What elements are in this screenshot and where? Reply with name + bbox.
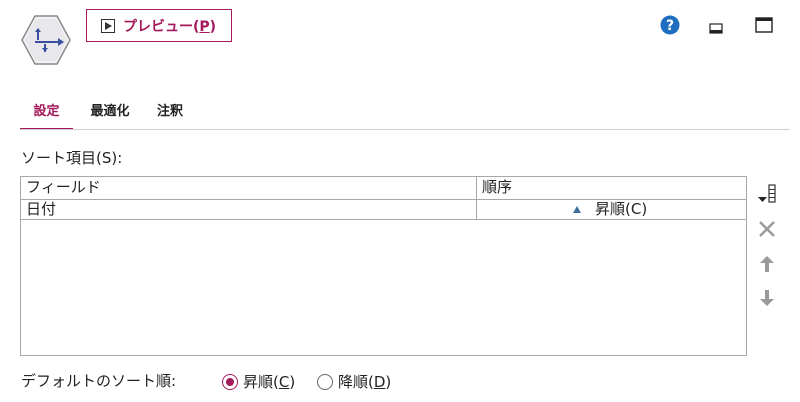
radio-ascending-circle[interactable] — [222, 373, 238, 390]
maximize-icon[interactable] — [755, 17, 773, 33]
radio-descending[interactable]: 降順(D) — [317, 371, 391, 392]
column-header-order[interactable]: 順序 — [477, 177, 746, 199]
field-cell[interactable]: 日付 — [21, 200, 477, 219]
radio-descending-circle[interactable] — [317, 373, 333, 390]
order-value: 昇順(C) — [595, 200, 648, 218]
radio-ascending[interactable]: 昇順(C) — [222, 371, 295, 392]
order-cell[interactable]: 昇順(C) — [477, 200, 746, 219]
sort-node-icon — [21, 15, 71, 65]
help-icon[interactable]: ? — [660, 15, 680, 35]
move-down-icon[interactable] — [757, 288, 777, 308]
tab-settings[interactable]: 設定 — [20, 92, 73, 130]
svg-text:?: ? — [666, 18, 674, 34]
table-row[interactable]: 日付 昇順(C) — [21, 200, 746, 220]
preview-label: プレビュー(P) — [123, 18, 217, 35]
tab-divider — [20, 129, 790, 130]
move-up-icon[interactable] — [757, 254, 777, 274]
sort-fields-label: ソート項目(S): — [21, 149, 123, 167]
radio-ascending-label: 昇順(C) — [243, 373, 296, 391]
preview-button[interactable]: プレビュー(P) — [86, 9, 232, 42]
sort-fields-table[interactable]: フィールド 順序 日付 昇順(C) — [20, 176, 747, 356]
radio-descending-label: 降順(D) — [338, 373, 392, 391]
tab-annotations[interactable]: 注釈 — [148, 92, 192, 130]
tab-optimization[interactable]: 最適化 — [80, 92, 140, 130]
ascending-triangle-icon — [573, 206, 581, 213]
default-sort-label: デフォルトのソート順: — [21, 372, 177, 390]
tab-settings-label: 設定 — [33, 104, 60, 119]
column-header-field[interactable]: フィールド — [21, 177, 477, 199]
add-field-icon[interactable] — [757, 184, 777, 204]
play-icon — [101, 18, 115, 33]
tab-optimization-label: 最適化 — [90, 104, 130, 119]
tab-annotations-label: 注釈 — [156, 104, 183, 119]
table-header: フィールド 順序 — [21, 177, 746, 200]
delete-icon[interactable] — [757, 219, 777, 239]
tab-bar: 設定 最適化 注釈 — [20, 92, 790, 130]
minimize-icon[interactable] — [709, 22, 723, 34]
